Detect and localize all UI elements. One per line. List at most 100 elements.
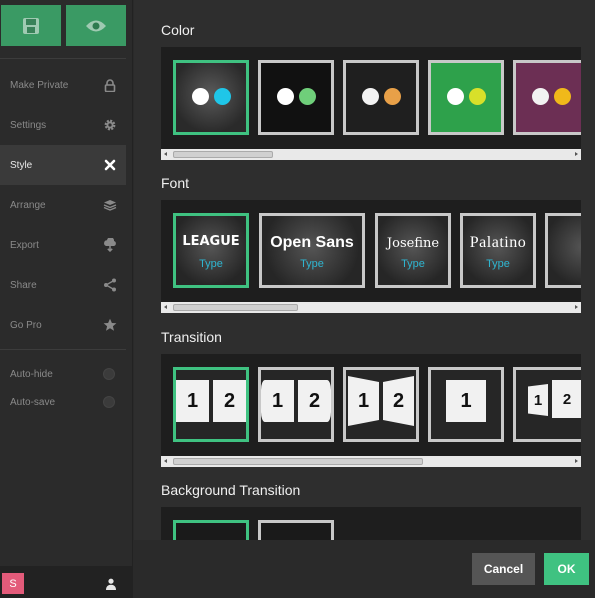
transition-slide-card: 2 [552, 380, 581, 418]
font-option[interactable]: LEAGUE Type [173, 213, 249, 288]
font-name-text: LEAGUE [182, 234, 240, 249]
color-swatch-dot [469, 88, 486, 105]
transition-slide-card: 1 [261, 380, 294, 422]
save-button[interactable] [1, 5, 61, 46]
transition-strip: 121212112 [161, 354, 581, 467]
font-type-sample: Type [401, 258, 425, 270]
sidebar-item-label: Export [10, 239, 39, 251]
color-swatch-dot [277, 88, 294, 105]
section-title-color: Color [161, 22, 195, 38]
divider [0, 58, 126, 59]
sidebar-item-share[interactable]: Share [0, 265, 126, 305]
transition-slide-card: 1 [446, 380, 486, 422]
sidebar-item-label: Go Pro [10, 319, 42, 331]
star-icon [103, 318, 117, 332]
color-scrollbar[interactable] [161, 149, 581, 160]
section-title-background-transition: Background Transition [161, 482, 301, 498]
section-title-font: Font [161, 175, 190, 191]
auto-hide-toggle-row[interactable]: Auto-hide [0, 364, 126, 384]
scroll-left-arrow[interactable] [164, 305, 167, 309]
font-type-sample: Type [486, 258, 510, 270]
scroll-right-arrow[interactable] [575, 152, 578, 156]
color-theme-option[interactable] [513, 60, 581, 135]
font-name-text: Josefine [386, 236, 440, 251]
preview-button[interactable] [66, 5, 126, 46]
sidebar-item-export[interactable]: Export [0, 225, 126, 265]
scroll-left-arrow[interactable] [164, 152, 167, 156]
font-scrollbar[interactable] [161, 302, 581, 313]
color-theme-strip [161, 47, 581, 160]
sidebar-item-label: Make Private [10, 79, 69, 91]
scroll-right-arrow[interactable] [575, 305, 578, 309]
auto-save-toggle-row[interactable]: Auto-save [0, 392, 126, 412]
color-swatch-dot [384, 88, 401, 105]
font-type-sample: Type [300, 258, 324, 270]
sidebar-item-style[interactable]: Style [0, 145, 126, 185]
transition-slide-card: 2 [298, 380, 331, 422]
eye-icon [86, 20, 106, 31]
color-theme-option[interactable] [343, 60, 419, 135]
color-swatch-dot [554, 88, 571, 105]
export-icon [103, 238, 117, 252]
sidebar-item-label: Style [10, 159, 33, 171]
sidebar: Make Private Settings Style Arrange Expo… [0, 0, 133, 598]
ok-button[interactable]: OK [544, 553, 589, 585]
font-option[interactable]: Josefine Type [375, 213, 451, 288]
auto-hide-toggle[interactable] [103, 368, 115, 380]
transition-slide-card: 1 [176, 380, 209, 422]
color-swatch-dot [299, 88, 316, 105]
sidebar-item-settings[interactable]: Settings [0, 105, 126, 145]
sidebar-item-label: Arrange [10, 199, 46, 211]
cancel-button[interactable]: Cancel [472, 553, 535, 585]
sidebar-item-make-private[interactable]: Make Private [0, 65, 126, 105]
bg-transition-option[interactable] [258, 520, 334, 540]
transition-option[interactable]: 12 [173, 367, 249, 442]
scroll-thumb[interactable] [173, 151, 273, 158]
transition-option[interactable]: 1 [428, 367, 504, 442]
close-icon[interactable] [103, 158, 117, 172]
transition-option[interactable]: 12 [258, 367, 334, 442]
share-icon [103, 278, 117, 292]
color-swatch-dot [447, 88, 464, 105]
transition-option[interactable]: 12 [513, 367, 581, 442]
bg-transition-option[interactable] [173, 520, 249, 540]
font-option[interactable]: Palatino Type [460, 213, 536, 288]
font-name-text: Open Sans [270, 234, 354, 251]
scroll-thumb[interactable] [173, 304, 298, 311]
transition-slide-card: 2 [213, 380, 246, 422]
style-panel: Color Font LEAGUE Type Open Sans Type Josefi… [134, 0, 595, 540]
color-swatch-dot [362, 88, 379, 105]
dialog-footer: Cancel OK [134, 540, 595, 598]
color-theme-option[interactable] [428, 60, 504, 135]
scroll-right-arrow[interactable] [575, 459, 578, 463]
app-logo[interactable]: S [2, 573, 24, 594]
color-theme-option[interactable] [173, 60, 249, 135]
divider [0, 349, 126, 350]
sidebar-menu: Make Private Settings Style Arrange Expo… [0, 65, 126, 345]
auto-save-toggle[interactable] [103, 396, 115, 408]
sidebar-item-label: Settings [10, 119, 47, 131]
user-icon[interactable] [105, 577, 117, 595]
gear-icon [103, 118, 117, 132]
lock-icon [103, 78, 117, 92]
color-swatch-dot [214, 88, 231, 105]
font-strip: LEAGUE Type Open Sans Type Josefine Type Palat… [161, 200, 581, 313]
section-title-transition: Transition [161, 329, 222, 345]
sidebar-item-arrange[interactable]: Arrange [0, 185, 126, 225]
scroll-left-arrow[interactable] [164, 459, 167, 463]
font-type-sample: Type [199, 258, 223, 270]
color-swatch-dot [532, 88, 549, 105]
save-icon [23, 17, 39, 34]
transition-option[interactable]: 12 [343, 367, 419, 442]
font-option[interactable]: Open Sans Type [259, 213, 365, 288]
color-theme-option[interactable] [258, 60, 334, 135]
sidebar-item-label: Share [10, 279, 37, 291]
font-option[interactable] [545, 213, 581, 288]
scroll-thumb[interactable] [173, 458, 423, 465]
sidebar-item-go-pro[interactable]: Go Pro [0, 305, 126, 345]
color-swatch-dot [192, 88, 209, 105]
transition-slide-card: 1 [348, 376, 379, 426]
transition-slide-card: 1 [528, 384, 548, 416]
transition-scrollbar[interactable] [161, 456, 581, 467]
transition-slide-card: 2 [383, 376, 414, 426]
